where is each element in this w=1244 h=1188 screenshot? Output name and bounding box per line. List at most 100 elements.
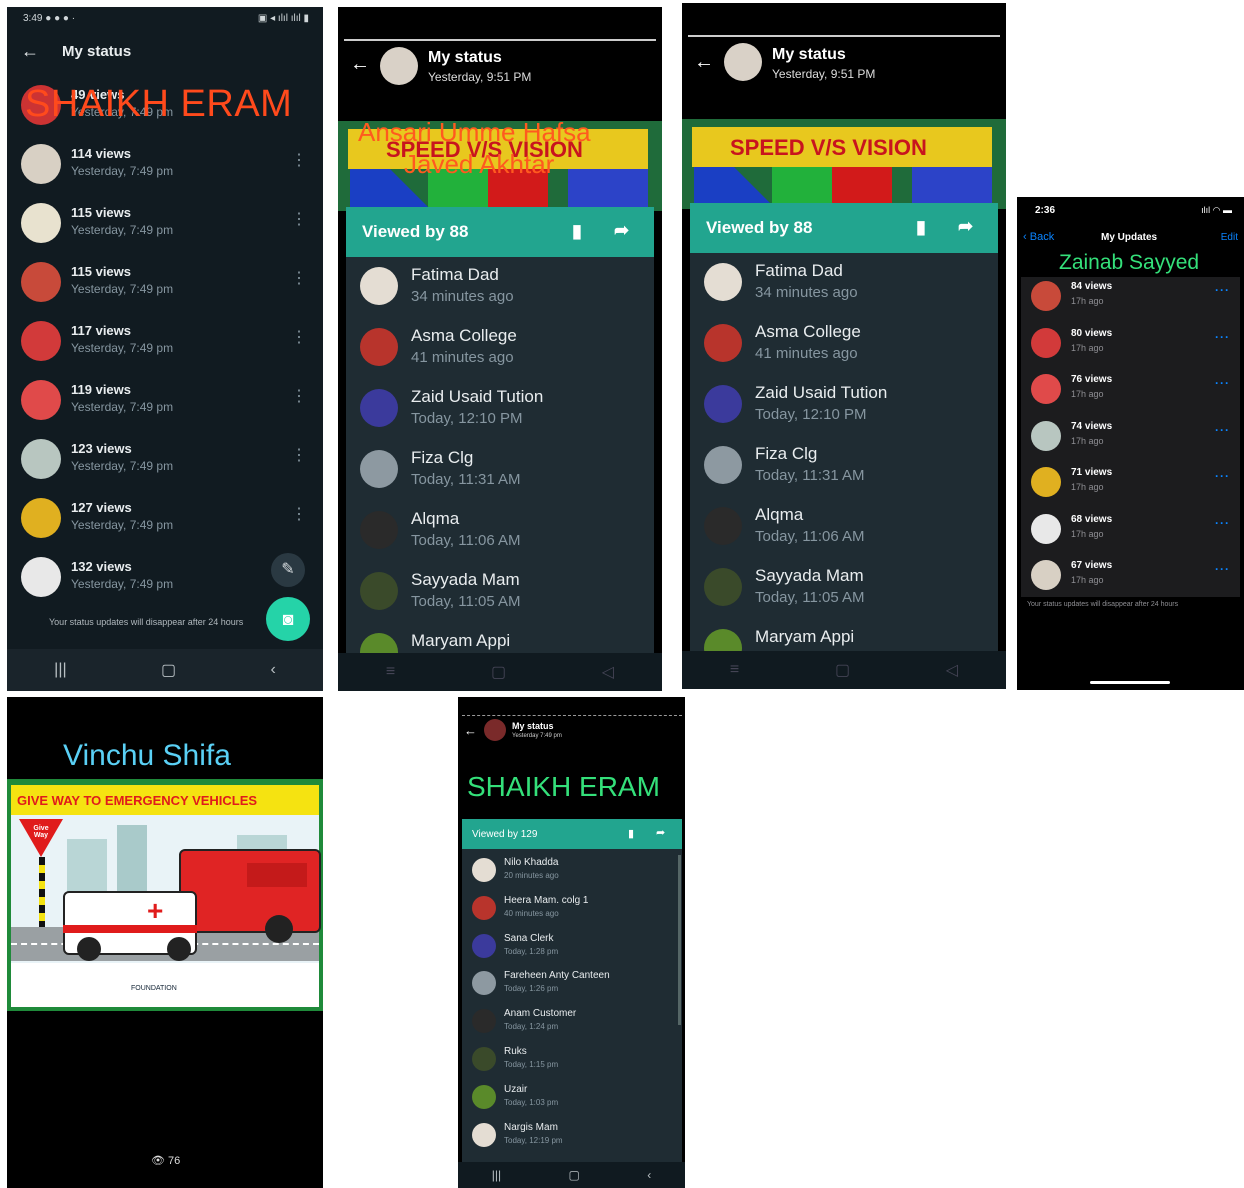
more-options-icon[interactable]: ⋮ <box>291 445 307 465</box>
status-views: 67 views <box>1071 560 1113 571</box>
status-views: 123 views <box>71 441 132 456</box>
viewer-row[interactable]: Maryam Appi <box>690 621 998 651</box>
viewer-row[interactable]: Anam Customer Today, 1:24 pm <box>462 1004 682 1042</box>
viewer-row[interactable]: Fiza Clg Today, 11:31 AM <box>346 442 654 503</box>
status-row[interactable]: 74 views 17h ago ··· <box>1021 417 1244 463</box>
more-options-icon[interactable]: ⋮ <box>291 150 307 170</box>
share-icon[interactable]: ➦ <box>614 220 629 241</box>
status-thumbnail <box>1031 420 1061 451</box>
viewers-sheet: Viewed by 129 ▮ ➦ Nilo Khadda 20 minutes … <box>462 819 682 1163</box>
more-options-icon[interactable]: ··· <box>1215 330 1230 344</box>
status-row[interactable]: 67 views 17h ago ··· <box>1021 556 1244 602</box>
more-options-icon[interactable]: ··· <box>1215 283 1230 297</box>
more-options-icon[interactable]: ⋮ <box>291 504 307 524</box>
viewer-row[interactable]: Sayyada Mam Today, 11:05 AM <box>346 564 654 625</box>
status-time: 17h ago <box>1071 389 1104 399</box>
viewer-name: Ruks <box>504 1046 527 1057</box>
viewer-row[interactable]: Uzair Today, 1:03 pm <box>462 1080 682 1118</box>
more-options-icon[interactable]: ⋮ <box>291 327 307 347</box>
viewer-row[interactable]: Heera Mam. colg 1 40 minutes ago <box>462 891 682 929</box>
status-row[interactable]: 119 views Yesterday, 7:49 pm ⋮ <box>7 372 323 431</box>
viewer-row[interactable]: Alqma Today, 11:06 AM <box>690 499 998 560</box>
viewer-row[interactable]: Maryam Appi <box>346 625 654 653</box>
scrollbar[interactable] <box>678 855 681 1025</box>
viewer-row[interactable]: Alqma Today, 11:06 AM <box>346 503 654 564</box>
back-nav-icon[interactable]: ◁ <box>946 660 958 680</box>
footer-note: Your status updates will disappear after… <box>49 617 244 627</box>
more-options-icon[interactable]: ··· <box>1215 562 1230 576</box>
delete-icon[interactable]: ▮ <box>628 827 634 840</box>
viewer-row[interactable]: Nilo Khadda 20 minutes ago <box>462 853 682 891</box>
more-options-icon[interactable]: ⋮ <box>291 268 307 288</box>
more-options-icon[interactable]: ⋮ <box>291 386 307 406</box>
viewer-row[interactable]: Fareheen Anty Canteen Today, 1:26 pm <box>462 966 682 1004</box>
delete-icon[interactable]: ▮ <box>916 217 926 238</box>
recent-apps-icon[interactable]: ||| <box>54 661 66 679</box>
viewer-time: Today, 11:05 AM <box>411 593 521 610</box>
back-arrow-icon[interactable]: ← <box>350 53 370 76</box>
viewer-time: 41 minutes ago <box>411 349 514 366</box>
system-icons: ılıl ◠ ▬ <box>1201 205 1232 215</box>
header-subtitle: Yesterday, 9:51 PM <box>428 70 532 84</box>
home-icon[interactable]: ▢ <box>568 1168 579 1182</box>
viewer-avatar <box>472 933 496 958</box>
more-options-icon[interactable]: ⋮ <box>291 209 307 229</box>
status-row[interactable]: 115 views Yesterday, 7:49 pm ⋮ <box>7 254 323 313</box>
name-overlay: SHAIKH ERAM <box>467 771 660 802</box>
viewer-row[interactable]: Asma College 41 minutes ago <box>346 320 654 381</box>
viewer-row[interactable]: Ruks Today, 1:15 pm <box>462 1042 682 1080</box>
status-row[interactable]: 80 views 17h ago ··· <box>1021 324 1244 370</box>
recent-apps-icon[interactable]: ||| <box>492 1168 501 1182</box>
status-row[interactable]: 49 views Yesterday, 7:49 pm SHAIKH ERAM <box>7 77 323 136</box>
more-options-icon[interactable]: ··· <box>1215 423 1230 437</box>
viewer-row[interactable]: Sayyada Mam Today, 11:05 AM <box>690 560 998 621</box>
status-row[interactable]: 71 views 17h ago ··· <box>1021 463 1244 509</box>
back-arrow-icon[interactable]: ← <box>694 51 714 74</box>
edit-link[interactable]: Edit <box>1221 232 1238 243</box>
viewer-time: 34 minutes ago <box>411 288 514 305</box>
viewer-row[interactable]: Asma College 41 minutes ago <box>690 316 998 377</box>
viewer-row[interactable]: Fatima Dad 34 minutes ago <box>346 259 654 320</box>
menu-icon[interactable]: ≡ <box>386 663 395 681</box>
menu-icon[interactable]: ≡ <box>730 661 739 679</box>
camera-button[interactable]: ◙ <box>266 597 310 641</box>
status-row[interactable]: 76 views 17h ago ··· <box>1021 370 1244 416</box>
viewer-row[interactable]: Zaid Usaid Tution Today, 12:10 PM <box>346 381 654 442</box>
back-arrow-icon[interactable]: ← <box>21 41 39 62</box>
share-icon[interactable]: ➦ <box>656 826 665 839</box>
viewed-by-header: Viewed by 129 ▮ ➦ <box>462 819 682 849</box>
status-row[interactable]: 114 views Yesterday, 7:49 pm ⋮ <box>7 136 323 195</box>
back-nav-icon[interactable]: ◁ <box>602 662 614 682</box>
viewer-row[interactable]: Zaid Usaid Tution Today, 12:10 PM <box>690 377 998 438</box>
more-options-icon[interactable]: ··· <box>1215 469 1230 483</box>
home-icon[interactable]: ▢ <box>161 660 176 680</box>
back-arrow-icon[interactable]: ← <box>464 723 477 738</box>
status-row[interactable]: 127 views Yesterday, 7:49 pm ⋮ <box>7 490 323 549</box>
back-link[interactable]: ‹ Back <box>1023 231 1054 243</box>
viewer-row[interactable]: Fiza Clg Today, 11:31 AM <box>690 438 998 499</box>
fire-truck <box>179 849 321 933</box>
delete-icon[interactable]: ▮ <box>572 221 582 242</box>
edit-text-button[interactable]: ✎ <box>271 553 305 587</box>
viewer-row[interactable]: Fatima Dad 34 minutes ago <box>690 255 998 316</box>
status-views: 115 views <box>71 205 131 220</box>
viewer-time: Today, 11:06 AM <box>411 532 521 549</box>
status-row[interactable]: 84 views 17h ago ··· <box>1021 277 1244 323</box>
back-nav-icon[interactable]: ‹ <box>270 661 275 679</box>
avatar <box>724 43 762 81</box>
share-icon[interactable]: ➦ <box>958 216 973 237</box>
home-indicator[interactable] <box>1090 681 1170 684</box>
home-icon[interactable]: ▢ <box>835 660 850 680</box>
status-row[interactable]: 68 views 17h ago ··· <box>1021 510 1244 556</box>
viewer-row[interactable]: Nargis Mam Today, 12:19 pm <box>462 1118 682 1156</box>
views-counter[interactable]: 👁 76 <box>151 1154 180 1167</box>
back-nav-icon[interactable]: ‹ <box>647 1168 651 1182</box>
more-options-icon[interactable]: ··· <box>1215 516 1230 530</box>
status-row[interactable]: 115 views Yesterday, 7:49 pm ⋮ <box>7 195 323 254</box>
more-options-icon[interactable]: ··· <box>1215 376 1230 390</box>
status-row[interactable]: 117 views Yesterday, 7:49 pm ⋮ <box>7 313 323 372</box>
viewer-row[interactable]: Sana Clerk Today, 1:28 pm <box>462 929 682 967</box>
home-icon[interactable]: ▢ <box>491 662 506 682</box>
status-row[interactable]: 123 views Yesterday, 7:49 pm ⋮ <box>7 431 323 490</box>
status-time: Yesterday, 7:49 pm <box>71 518 174 532</box>
